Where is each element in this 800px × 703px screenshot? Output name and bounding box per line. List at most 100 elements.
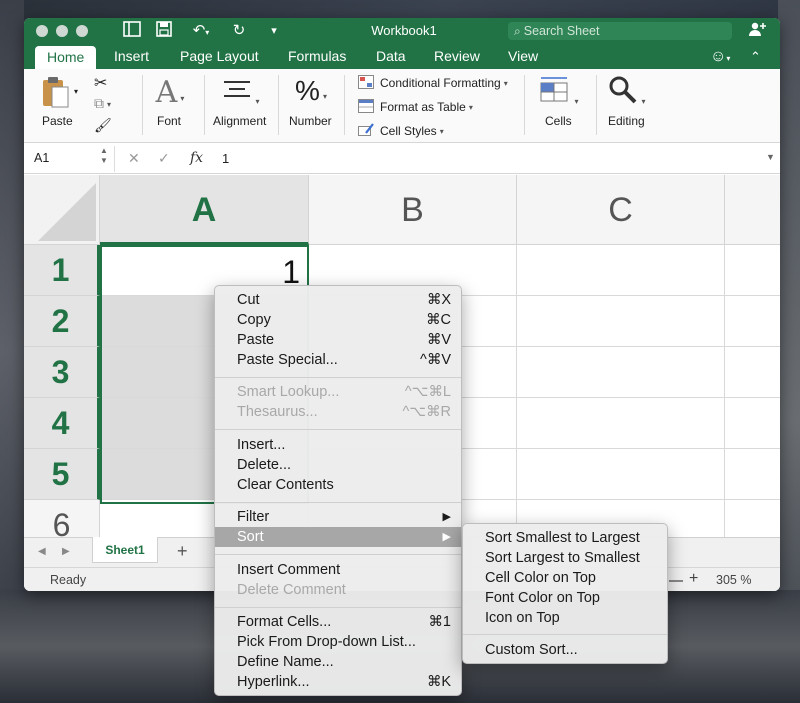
menu-item-insert[interactable]: Insert... xyxy=(215,435,461,455)
font-button[interactable]: A ▾ xyxy=(148,75,192,110)
cell-d1[interactable] xyxy=(725,245,780,296)
menu-item-filter[interactable]: Filter ▶ xyxy=(215,507,461,527)
insert-function-icon[interactable]: fx xyxy=(190,150,203,166)
cell-d6[interactable] xyxy=(725,500,780,537)
tab-home[interactable]: Home xyxy=(35,46,97,69)
cell-c2[interactable] xyxy=(517,296,725,347)
select-all-corner[interactable] xyxy=(24,175,100,245)
tab-insert[interactable]: Insert xyxy=(114,44,149,69)
zoom-slider[interactable] xyxy=(669,580,683,582)
previous-sheet-icon[interactable]: ◀ xyxy=(38,546,46,557)
menu-item-font-color-on-top[interactable]: Font Color on Top xyxy=(463,588,667,608)
menu-item-sort-largest-to-smallest[interactable]: Sort Largest to Smallest xyxy=(463,548,667,568)
percent-icon: % xyxy=(295,75,320,106)
format-as-table-button[interactable]: Format as Table ▾ xyxy=(358,99,473,114)
cells-button[interactable]: ▾ xyxy=(536,75,582,110)
customize-toolbar-icon[interactable]: ▾ xyxy=(264,21,284,41)
undo-icon[interactable]: ↶▾ xyxy=(186,21,216,41)
menu-separator xyxy=(215,554,461,555)
menu-item-copy[interactable]: Copy ⌘C xyxy=(215,310,461,330)
menu-item-sort-smallest-to-largest[interactable]: Sort Smallest to Largest xyxy=(463,528,667,548)
cell-c1[interactable] xyxy=(517,245,725,296)
cancel-formula-icon[interactable]: ✕ xyxy=(128,150,140,167)
menu-item-format-cells[interactable]: Format Cells... ⌘1 xyxy=(215,612,461,632)
sidebar-toggle-icon[interactable] xyxy=(122,21,142,41)
cell-c3[interactable] xyxy=(517,347,725,398)
row-header-6[interactable]: 6 xyxy=(24,500,100,537)
menu-item-sort[interactable]: Sort ▶ xyxy=(215,527,461,547)
name-box-stepper-icon[interactable]: ▲ ▼ xyxy=(100,146,108,166)
cell-d4[interactable] xyxy=(725,398,780,449)
search-sheet-input[interactable]: ⌕ Search Sheet xyxy=(508,22,732,40)
expand-formula-bar-icon[interactable]: ▼ xyxy=(766,152,775,162)
menu-item-hyperlink[interactable]: Hyperlink... ⌘K xyxy=(215,672,461,692)
cell-d3[interactable] xyxy=(725,347,780,398)
row-header-2[interactable]: 2 xyxy=(24,296,100,347)
editing-label: Editing xyxy=(608,114,645,128)
confirm-formula-icon[interactable]: ✓ xyxy=(158,150,170,167)
clipboard-icon xyxy=(43,77,69,108)
menu-item-icon-on-top[interactable]: Icon on Top xyxy=(463,608,667,628)
menu-item-paste-special[interactable]: Paste Special... ^⌘V xyxy=(215,350,461,370)
format-as-table-label: Format as Table xyxy=(380,100,466,114)
collapse-ribbon-icon[interactable]: ⌃ xyxy=(750,44,761,69)
menu-item-custom-sort[interactable]: Custom Sort... xyxy=(463,640,667,660)
row-header-5[interactable]: 5 xyxy=(24,449,100,500)
tab-formulas[interactable]: Formulas xyxy=(288,44,346,69)
minimize-window-button[interactable] xyxy=(56,25,68,37)
cell-d2[interactable] xyxy=(725,296,780,347)
close-window-button[interactable] xyxy=(36,25,48,37)
submenu-arrow-icon: ▶ xyxy=(442,531,451,543)
ribbon-separator xyxy=(204,75,205,135)
copy-icon[interactable]: ⧉ ▾ xyxy=(94,95,111,112)
cut-icon[interactable]: ✂ xyxy=(94,73,107,93)
number-button[interactable]: % ▾ xyxy=(288,75,334,107)
column-header-a[interactable]: A xyxy=(100,175,309,245)
menu-item-insert-comment[interactable]: Insert Comment xyxy=(215,560,461,580)
menu-item-clear-contents[interactable]: Clear Contents xyxy=(215,475,461,495)
cell-c4[interactable] xyxy=(517,398,725,449)
tab-view[interactable]: View xyxy=(508,44,538,69)
title-bar: ↶▾ ↻ ▾ Workbook1 ⌕ Search Sheet xyxy=(24,18,780,44)
menu-item-cell-color-on-top[interactable]: Cell Color on Top xyxy=(463,568,667,588)
add-sheet-button[interactable]: + xyxy=(177,541,188,562)
column-header-next[interactable] xyxy=(725,175,780,245)
column-header-c[interactable]: C xyxy=(517,175,725,245)
menu-item-delete[interactable]: Delete... xyxy=(215,455,461,475)
tab-review[interactable]: Review xyxy=(434,44,480,69)
conditional-formatting-button[interactable]: Conditional Formatting ▾ xyxy=(358,75,508,90)
row-header-4[interactable]: 4 xyxy=(24,398,100,449)
menu-item-paste[interactable]: Paste ⌘V xyxy=(215,330,461,350)
zoom-in-button[interactable]: + xyxy=(689,570,698,588)
alignment-button[interactable]: ▾ xyxy=(218,75,264,110)
paste-dropdown-icon[interactable]: ▾ xyxy=(74,87,78,96)
sheet-tab-sheet1[interactable]: Sheet1 xyxy=(92,537,158,563)
ribbon-tab-bar: Home Insert Page Layout Formulas Data Re… xyxy=(24,44,780,69)
save-icon[interactable] xyxy=(154,21,174,41)
menu-item-smart-lookup: Smart Lookup... ^⌥⌘L xyxy=(215,382,461,402)
search-icon: ⌕ xyxy=(514,24,521,38)
row-header-1[interactable]: 1 xyxy=(24,245,100,296)
search-placeholder: Search Sheet xyxy=(523,24,600,38)
cell-styles-button[interactable]: Cell Styles ▾ xyxy=(358,123,444,138)
row-header-3[interactable]: 3 xyxy=(24,347,100,398)
share-icon[interactable] xyxy=(746,21,768,41)
smiley-feedback-icon[interactable]: ☺▾ xyxy=(710,44,730,69)
formula-input[interactable]: 1 xyxy=(222,151,229,166)
menu-item-define-name[interactable]: Define Name... xyxy=(215,652,461,672)
cell-d5[interactable] xyxy=(725,449,780,500)
menu-item-pick-from-list[interactable]: Pick From Drop-down List... xyxy=(215,632,461,652)
tab-data[interactable]: Data xyxy=(376,44,406,69)
next-sheet-icon[interactable]: ▶ xyxy=(62,546,70,557)
menu-item-label: Filter xyxy=(237,509,270,525)
zoom-window-button[interactable] xyxy=(76,25,88,37)
column-header-b[interactable]: B xyxy=(309,175,517,245)
name-box[interactable]: A1 xyxy=(34,151,49,165)
cell-c5[interactable] xyxy=(517,449,725,500)
redo-icon[interactable]: ↻ xyxy=(229,21,249,41)
format-painter-icon[interactable]: 🖌 xyxy=(94,117,112,134)
paste-button[interactable] xyxy=(36,75,76,114)
menu-item-cut[interactable]: Cut ⌘X xyxy=(215,290,461,310)
tab-page-layout[interactable]: Page Layout xyxy=(180,44,259,69)
editing-button[interactable]: ▾ xyxy=(604,75,650,110)
